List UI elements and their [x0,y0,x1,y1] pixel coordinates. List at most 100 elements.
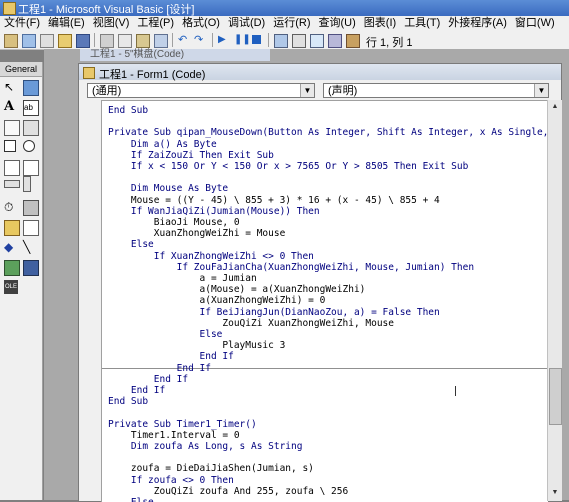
break-icon[interactable]: ❚❚ [234,34,251,46]
code-line[interactable]: End If [108,385,165,396]
code-line[interactable]: Else [108,329,223,340]
toolbox-icon[interactable] [346,34,360,48]
redo-icon[interactable]: ↷ [194,34,206,46]
menu-item[interactable]: 视图(V) [89,16,134,31]
add-project-icon[interactable] [4,34,18,48]
line-tool-icon[interactable]: ╲ [23,240,37,254]
picturebox-tool-icon[interactable] [23,80,39,96]
data-tool-icon[interactable] [23,260,39,276]
code-line[interactable]: If ZaiZouZi Then Exit Sub [108,150,274,161]
scroll-up-arrow-icon[interactable]: ▲ [549,101,561,113]
standard-toolbar: ↶ ↷ ▶ ❚❚ 行 1, 列 1 [0,31,569,50]
menu-item[interactable]: 外接程序(A) [444,16,511,31]
add-form-icon[interactable] [22,34,36,48]
end-icon[interactable] [252,35,261,44]
label-tool-icon[interactable]: A [4,100,18,114]
title-bar: 工程1 - Microsoft Visual Basic [设计] [0,0,569,16]
listbox-tool-icon[interactable] [23,160,39,176]
background-code-window[interactable]: 工程1 - 5"棋盘(Code) [80,49,270,61]
filelistbox-tool-icon[interactable] [23,220,39,236]
code-line[interactable]: End Sub [108,105,148,116]
code-line[interactable]: End If [108,374,188,385]
menu-item[interactable]: 窗口(W) [511,16,559,31]
code-line[interactable]: a = Jumian [108,273,257,284]
chevron-down-icon[interactable]: ▼ [534,84,548,97]
code-line[interactable]: a(Mouse) = a(XuanZhongWeiZhi) [108,284,366,295]
undo-icon[interactable]: ↶ [178,34,190,46]
code-margin-bar[interactable] [79,100,101,501]
toolbar-separator [212,33,213,47]
menu-item[interactable]: 调试(D) [224,16,269,31]
code-line[interactable]: Private Sub qipan_MouseDown(Button As In… [108,127,548,138]
menu-item[interactable]: 格式(O) [178,16,224,31]
chevron-down-icon[interactable]: ▼ [300,84,314,97]
menu-item[interactable]: 查询(U) [315,16,360,31]
cut-icon[interactable] [100,34,114,48]
frame-tool-icon[interactable] [4,120,20,136]
object-combo[interactable]: (通用) ▼ [87,83,315,98]
open-icon[interactable] [58,34,72,48]
textbox-tool-icon[interactable]: ab [23,100,39,116]
code-line[interactable]: zoufa = DieDaiJiaShen(Jumian, s) [108,463,314,474]
code-line[interactable]: ZouQiZi XuanZhongWeiZhi, Mouse [108,318,394,329]
menu-item[interactable]: 编辑(E) [44,16,89,31]
image-tool-icon[interactable] [4,260,20,276]
start-icon[interactable]: ▶ [218,34,230,46]
code-line[interactable]: If ZouFaJianCha(XuanZhongWeiZhi, Mouse, … [108,262,474,273]
code-line[interactable]: End If [108,351,234,362]
optionbutton-tool-icon[interactable] [23,140,35,152]
watermark: 当下软件园 www.downxia.com [400,440,565,495]
combobox-tool-icon[interactable] [4,160,20,176]
code-line[interactable]: End Sub [108,396,148,407]
code-line[interactable]: Dim zoufa As Long, s As String [108,441,303,452]
checkbox-tool-icon[interactable] [4,140,16,152]
menu-item[interactable]: 工程(P) [133,16,178,31]
code-line[interactable]: Dim Mouse As Byte [108,183,228,194]
drivelistbox-tool-icon[interactable] [23,200,39,216]
copy-icon[interactable] [118,34,132,48]
timer-tool-icon[interactable]: ⏱ [4,200,18,214]
code-line[interactable]: XuanZhongWeiZhi = Mouse [108,228,286,239]
code-line[interactable]: a(XuanZhongWeiZhi) = 0 [108,295,326,306]
code-window: 工程1 - Form1 (Code) (通用) ▼ (声明) ▼ End Sub… [78,63,562,502]
scroll-thumb[interactable] [549,368,562,425]
commandbutton-tool-icon[interactable] [23,120,39,136]
shape-tool-icon[interactable]: ◆ [4,240,18,254]
menu-item[interactable]: 图表(I) [360,16,400,31]
menu-item[interactable]: 工具(T) [400,16,444,31]
pointer-tool-icon[interactable]: ↖ [4,80,18,94]
code-line[interactable]: PlayMusic 3 [108,340,285,351]
code-line[interactable]: If WanJiaQiZi(Jumian(Mouse)) Then [108,206,320,217]
code-line[interactable]: Private Sub Timer1_Timer() [108,419,257,430]
procedure-combo[interactable]: (声明) ▼ [323,83,549,98]
hscrollbar-tool-icon[interactable] [4,180,20,188]
save-icon[interactable] [76,34,90,48]
code-line[interactable]: If x < 150 Or Y < 150 Or x > 7565 Or Y >… [108,161,468,172]
find-icon[interactable] [154,34,168,48]
ole-tool-icon[interactable]: OLE [4,280,18,294]
toolbar-separator [94,33,95,47]
menu-item[interactable]: 文件(F) [0,16,44,31]
form-layout-icon[interactable] [310,34,324,48]
properties-window-icon[interactable] [292,34,306,48]
paste-icon[interactable] [136,34,150,48]
code-line[interactable]: Timer1.Interval = 0 [108,430,240,441]
code-line[interactable]: If BeiJiangJun(DianNaoZou, a) = False Th… [108,307,440,318]
code-line[interactable]: If zoufa <> 0 Then [108,475,234,486]
dirlistbox-tool-icon[interactable] [4,220,20,236]
object-browser-icon[interactable] [328,34,342,48]
vscrollbar-tool-icon[interactable] [23,176,31,192]
code-line[interactable]: Mouse = ((Y - 45) \ 855 + 3) * 16 + (x -… [108,195,440,206]
code-line[interactable]: ZouQiZi zoufa And 255, zoufa \ 256 [108,486,348,497]
cursor-position: 行 1, 列 1 [366,37,413,49]
code-line[interactable]: BiaoJi Mouse, 0 [108,217,240,228]
object-combo-value: (通用) [92,85,122,97]
menu-item[interactable]: 运行(R) [269,16,314,31]
code-line[interactable]: End If [108,363,211,374]
code-window-titlebar[interactable]: 工程1 - Form1 (Code) [79,64,561,81]
code-line[interactable]: Else [108,239,154,250]
code-line[interactable]: Dim a() As Byte [108,139,217,150]
project-explorer-icon[interactable] [274,34,288,48]
menu-editor-icon[interactable] [40,34,54,48]
code-line[interactable]: If XuanZhongWeiZhi <> 0 Then [108,251,314,262]
